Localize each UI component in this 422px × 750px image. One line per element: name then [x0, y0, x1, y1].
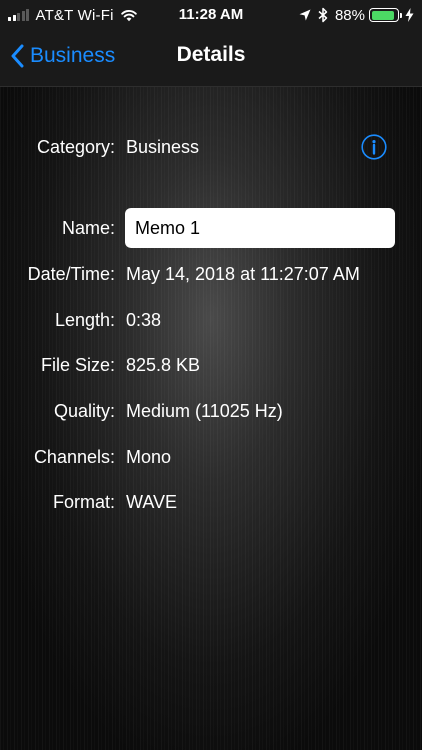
channels-row: Channels: Mono: [0, 443, 422, 471]
file-size-label: File Size:: [40, 355, 115, 375]
battery-level: [371, 10, 394, 20]
battery-percentage: 88%: [334, 6, 365, 24]
category-row: Category: Business: [0, 133, 422, 161]
date-time-row: Date/Time: May 14, 2018 at 11:27:07 AM: [0, 260, 422, 288]
date-time-label: Date/Time:: [27, 264, 115, 284]
quality-value: Medium (11025 Hz): [126, 401, 283, 421]
top-bar: AT&T Wi-Fi 11:28 AM 88% Business Details: [0, 0, 422, 87]
file-size-value: 825.8 KB: [126, 355, 201, 375]
charging-bolt-icon: [405, 8, 414, 22]
navigation-bar: Business Details: [0, 30, 422, 86]
screen: AT&T Wi-Fi 11:28 AM 88% Business Details…: [0, 0, 422, 750]
info-circle-icon[interactable]: [361, 134, 387, 160]
quality-label: Quality:: [53, 401, 115, 421]
format-row: Format: WAVE: [0, 488, 422, 516]
category-label: Category:: [36, 137, 115, 157]
channels-label: Channels:: [33, 447, 115, 467]
category-value: Business: [126, 137, 200, 157]
page-title: Details: [176, 43, 246, 66]
length-row: Length: 0:38: [0, 306, 422, 334]
name-field[interactable]: [125, 208, 395, 248]
bluetooth-icon: [318, 7, 328, 23]
quality-row: Quality: Medium (11025 Hz): [0, 397, 422, 425]
file-size-row: File Size: 825.8 KB: [0, 351, 422, 379]
status-right: 88%: [299, 5, 414, 25]
location-arrow-icon: [299, 9, 311, 21]
battery-icon: [369, 8, 402, 22]
length-value: 0:38: [126, 310, 162, 330]
status-bar: AT&T Wi-Fi 11:28 AM 88%: [0, 0, 422, 30]
format-label: Format:: [52, 492, 115, 512]
format-value: WAVE: [126, 492, 178, 512]
name-label: Name:: [61, 218, 115, 238]
channels-value: Mono: [126, 447, 172, 467]
length-label: Length:: [54, 310, 115, 330]
details-panel: Category: Business Name: Date/Time: May …: [0, 87, 422, 750]
date-time-value: May 14, 2018 at 11:27:07 AM: [126, 264, 360, 284]
